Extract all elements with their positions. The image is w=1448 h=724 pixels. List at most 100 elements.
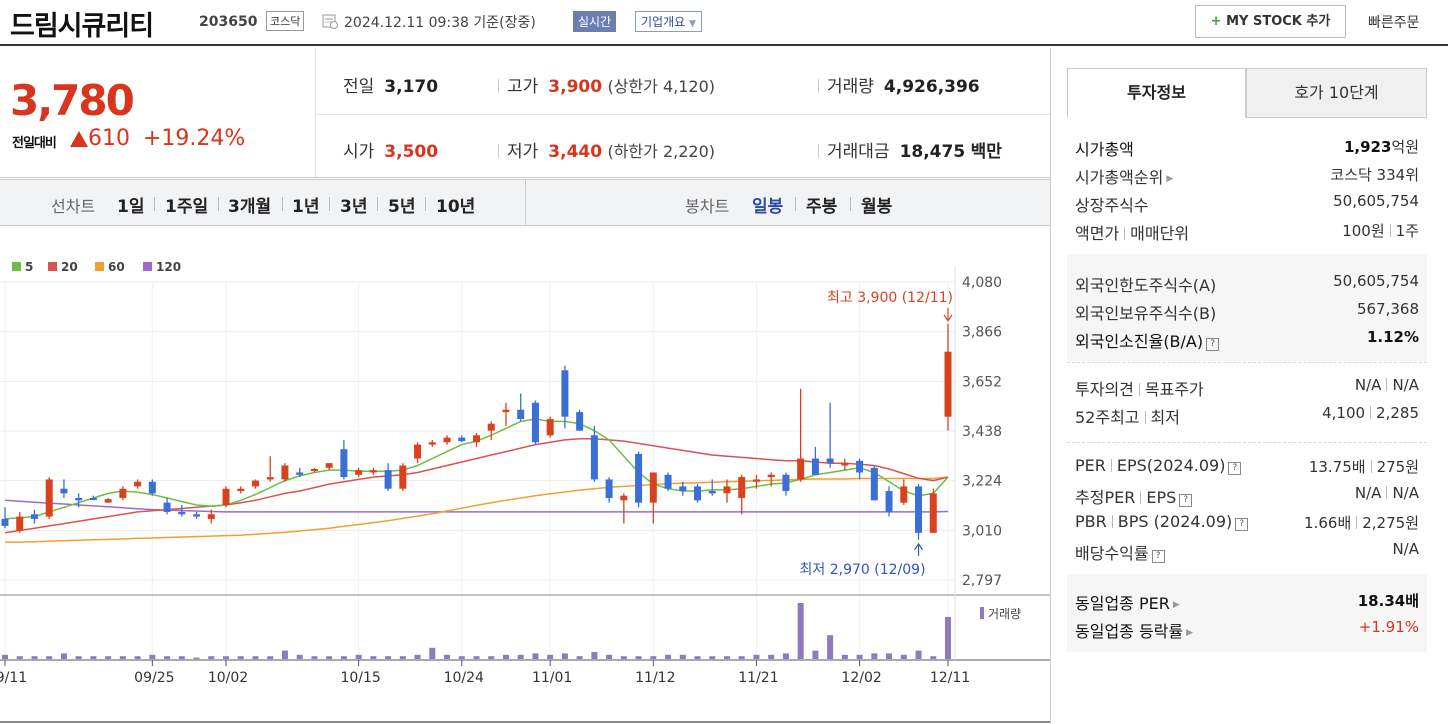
- volume-bar: [164, 656, 171, 659]
- per-row: PER EPS(2024.09)? 13.75배 275원: [1075, 456, 1419, 476]
- x-tick-label: 10/02: [208, 670, 248, 686]
- period-1w[interactable]: 1주일: [165, 192, 208, 217]
- candle-weekly[interactable]: 주봉: [806, 192, 837, 217]
- stock-code: 203650: [199, 14, 258, 30]
- price-chart[interactable]: 4,080 3,866 3,652 3,438 3,224 3,010 2,797 5 20 60…: [0, 256, 1050, 724]
- candle-body: [811, 458, 819, 475]
- caret-right-icon: ▶: [1172, 600, 1180, 610]
- candle-chart-label: 봉차트: [685, 197, 730, 216]
- candle-body: [104, 499, 112, 503]
- candle-body: [502, 409, 510, 413]
- sector-per-row: 동일업종 PER ▶ 18.34배: [1075, 590, 1419, 614]
- caret-right-icon: ▶: [1166, 174, 1174, 184]
- volume-bar: [340, 656, 347, 659]
- help-icon[interactable]: ?: [1206, 338, 1220, 351]
- candle-body: [443, 437, 451, 443]
- candle-body: [296, 472, 304, 475]
- up-triangle-icon: [70, 131, 88, 147]
- quick-order-link[interactable]: 빠른주문: [1368, 12, 1420, 32]
- volume-bar: [620, 656, 627, 659]
- candle-body: [266, 477, 274, 480]
- volume-bar: [281, 650, 288, 659]
- volume-bar: [105, 656, 112, 659]
- y-tick-label: 3,224: [962, 474, 1002, 490]
- ma20-line: [4, 438, 949, 534]
- period-5y[interactable]: 5년: [388, 192, 415, 217]
- candle-body: [546, 419, 554, 436]
- candle-body: [60, 488, 68, 494]
- candle-body: [856, 460, 864, 473]
- volume-bar: [915, 650, 922, 659]
- candle-daily[interactable]: 일봉: [752, 192, 783, 217]
- candle-body: [531, 402, 539, 443]
- volume-bar: [134, 656, 141, 659]
- candle-body: [752, 479, 760, 482]
- prev-close: 전일 3,170: [343, 77, 439, 97]
- est-per-row: 추정PER EPS? N/A N/A: [1075, 484, 1419, 507]
- legend-label: 5: [25, 260, 33, 274]
- volume-bar: [650, 656, 657, 659]
- compare-label: 전일대비: [12, 136, 57, 151]
- candle-body: [723, 486, 731, 494]
- foreign-limit-row: 외국인한도주식수(A) 50,605,754: [1075, 272, 1419, 295]
- current-price-panel: 3,780 전일대비 610 +19.24%: [0, 48, 315, 178]
- volume-bar: [444, 654, 451, 659]
- candle-body: [605, 479, 613, 499]
- sector-rate-link[interactable]: 동일업종 등락률 ▶: [1075, 618, 1193, 642]
- x-tick-label: 12/02: [841, 670, 881, 686]
- candle-body: [841, 463, 849, 466]
- legend-label: 20: [61, 260, 78, 274]
- candle-body: [649, 472, 657, 503]
- candle-body: [163, 502, 171, 512]
- volume-bar: [812, 650, 819, 659]
- candle-body: [222, 488, 230, 505]
- x-tick-label: 11/01: [532, 670, 572, 686]
- help-icon[interactable]: ?: [1151, 550, 1165, 563]
- volume-bar: [723, 656, 730, 659]
- cap-rank-link[interactable]: 시가총액순위 ▶: [1075, 164, 1173, 188]
- legend-swatch: [143, 262, 152, 271]
- help-icon[interactable]: ?: [1228, 462, 1242, 475]
- candle-body: [355, 470, 363, 475]
- help-icon[interactable]: ?: [1179, 494, 1193, 507]
- price-change: 610: [88, 126, 130, 151]
- chevron-down-icon: ▼: [689, 19, 696, 29]
- help-icon[interactable]: ?: [1235, 518, 1249, 531]
- tab-invest-info[interactable]: 투자정보: [1067, 68, 1246, 118]
- trade-amount: 거래대금 18,475 백만: [818, 137, 1002, 162]
- realtime-button[interactable]: 실시간: [573, 11, 617, 32]
- volume-bar: [119, 656, 126, 659]
- candle-body: [384, 470, 392, 489]
- price-stats: 전일 3,170 고가 3,900 (상한가 4,120) 거래량 4,926,396…: [315, 48, 1051, 178]
- period-3m[interactable]: 3개월: [228, 192, 271, 217]
- volume-bar: [738, 656, 745, 659]
- period-3y[interactable]: 3년: [340, 192, 367, 217]
- volume-bar: [635, 656, 642, 659]
- candle-monthly[interactable]: 월봉: [861, 192, 892, 217]
- period-1y[interactable]: 1년: [292, 192, 319, 217]
- candlestick-chart[interactable]: 4,080 3,866 3,652 3,438 3,224 3,010 2,797 5 20 60…: [0, 256, 1050, 724]
- volume-bar: [900, 654, 907, 659]
- candle-body: [782, 474, 790, 492]
- volume-bar: [782, 653, 789, 659]
- market-cap-row: 시가총액 1,923억원: [1075, 138, 1419, 159]
- volume-bar: [414, 654, 421, 659]
- add-my-stock-button[interactable]: + MY STOCK 추가: [1195, 5, 1346, 38]
- period-10y[interactable]: 10년: [436, 192, 475, 217]
- volume-bar: [517, 654, 524, 659]
- company-overview-dropdown[interactable]: 기업개요 ▼: [635, 11, 702, 32]
- volume-bar: [547, 654, 554, 659]
- volume-bar: [16, 656, 23, 659]
- opinion-row: 투자의견 목표주가 N/A N/A: [1075, 376, 1419, 399]
- volume-bar: [488, 656, 495, 659]
- period-1d[interactable]: 1일: [117, 192, 144, 217]
- low-annotation: 최저 2,970 (12/09): [800, 562, 926, 578]
- sector-per-link[interactable]: 동일업종 PER ▶: [1075, 590, 1180, 614]
- volume-bar: [178, 656, 185, 659]
- tab-hoga-10[interactable]: 호가 10단계: [1246, 68, 1427, 118]
- volume-bar: [753, 654, 760, 659]
- candle-body: [310, 468, 318, 471]
- volume-bar: [296, 654, 303, 659]
- volume-bar: [576, 656, 583, 659]
- volume-bar: [2, 654, 8, 659]
